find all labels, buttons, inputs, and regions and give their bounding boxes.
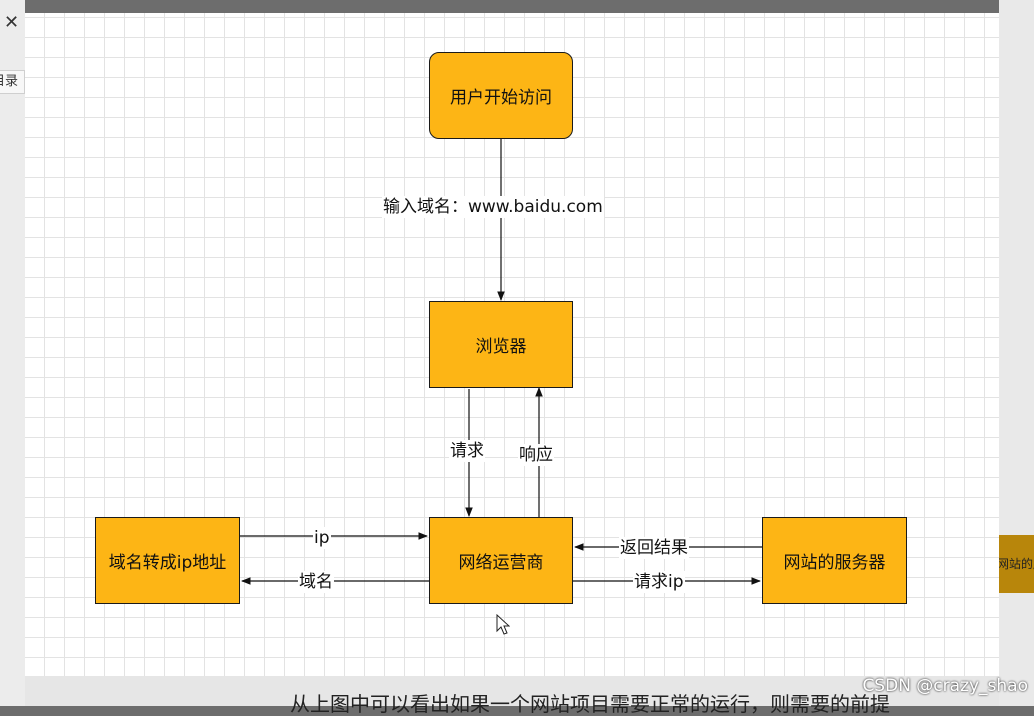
node-browser[interactable]: 浏览器 (429, 301, 573, 388)
article-text: 从上图中可以看出如果一个网站项目需要正常的运行，则需要的前提 (290, 692, 890, 716)
node-isp[interactable]: 网络运营商 (429, 517, 573, 604)
close-icon[interactable]: ✕ (4, 14, 19, 32)
edge-label-ip: ip (313, 527, 331, 549)
edge-label-input-domain: 输入域名：www.baidu.com (382, 196, 604, 218)
edge-label-response: 响应 (518, 444, 554, 466)
left-panel (0, 0, 25, 706)
edge-label-request-ip: 请求ip (633, 571, 685, 593)
mouse-cursor-icon (496, 614, 510, 635)
diagram-canvas: 用户开始访问 浏览器 域名转成ip地址 网络运营商 网站的服务器 输入域名：ww… (25, 13, 999, 676)
right-panel (999, 0, 1034, 706)
node-dns[interactable]: 域名转成ip地址 (95, 517, 240, 604)
edge-label-return-result: 返回结果 (619, 537, 689, 559)
catalog-tab[interactable]: 目录 (0, 70, 25, 94)
edge-label-domain: 域名 (298, 571, 334, 593)
node-server[interactable]: 网站的服务器 (762, 517, 907, 604)
edge-label-request: 请求 (449, 440, 485, 462)
node-user-start[interactable]: 用户开始访问 (429, 52, 573, 139)
csdn-watermark: CSDN @crazy_shao (862, 676, 1028, 696)
background-node-fragment: 网站的服务器 (999, 535, 1034, 593)
